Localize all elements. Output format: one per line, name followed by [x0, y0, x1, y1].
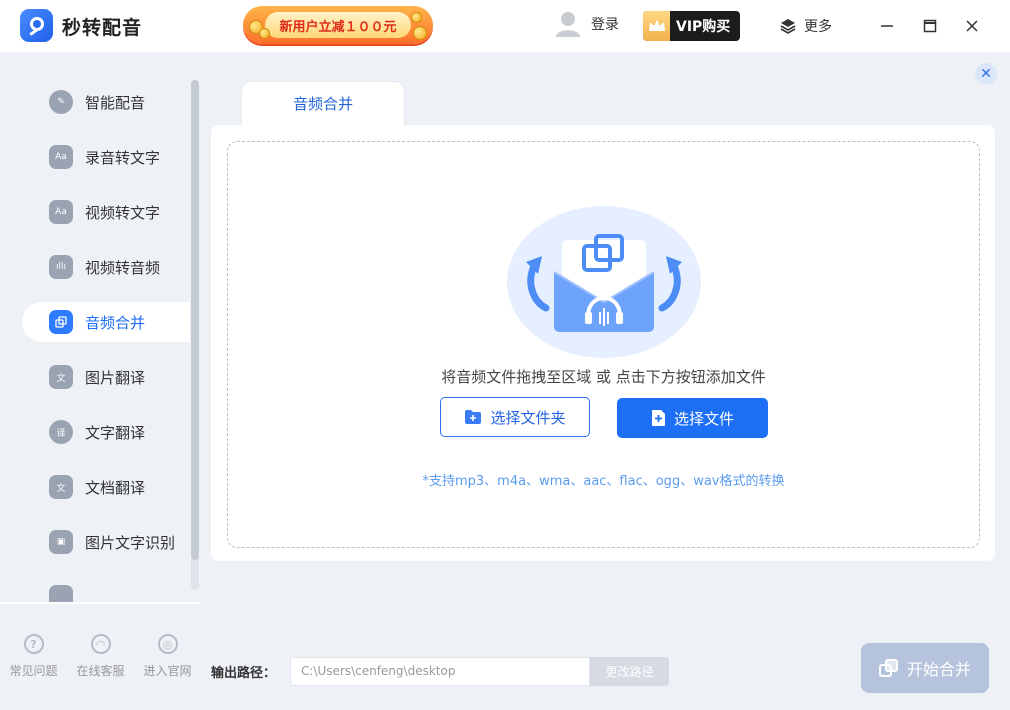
login-label: 登录: [591, 17, 619, 33]
sidebar-item-label: 视频转文字: [85, 203, 161, 222]
audio-envelope-illustration: [507, 206, 701, 358]
video-audio-icon: ıllı: [49, 255, 73, 279]
sidebar-scrollbar[interactable]: [191, 80, 199, 590]
sidebar-item-record-to-text[interactable]: Aa 录音转文字: [22, 137, 190, 177]
record-text-icon: Aa: [49, 145, 73, 169]
coin-icon: [413, 26, 427, 40]
more-feature-icon: [49, 585, 73, 602]
more-menu-button[interactable]: 更多: [780, 16, 832, 36]
start-merge-button[interactable]: 开始合并: [861, 643, 989, 693]
sidebar-scroll-thumb[interactable]: [191, 80, 199, 560]
user-icon: [555, 10, 581, 38]
website-link[interactable]: ◎ 进入官网: [134, 634, 201, 679]
select-file-label: 选择文件: [673, 409, 734, 428]
promo-text: 新用户立减１００元: [265, 12, 411, 38]
sidebar-item-ocr[interactable]: ▣ 图片文字识别: [22, 522, 190, 562]
folder-add-icon: [465, 410, 482, 424]
text-translate-icon: 译: [49, 420, 73, 444]
faq-label: 常见问题: [9, 664, 58, 678]
select-folder-button[interactable]: 选择文件夹: [440, 397, 590, 437]
close-panel-button[interactable]: ✕: [975, 63, 997, 85]
sidebar-item-label: 文字翻译: [85, 423, 146, 442]
website-icon: ◎: [157, 634, 178, 654]
sidebar-nav: ✎ 智能配音 Aa 录音转文字 Aa 视频转文字 ıllı 视频转音频 音频合并…: [0, 70, 201, 602]
coin-icon: [411, 12, 422, 23]
sidebar-item-partial[interactable]: [22, 577, 190, 602]
image-translate-icon: 文: [49, 365, 73, 389]
vip-label: VIP购买: [676, 19, 731, 35]
file-drop-zone[interactable]: 将音频文件拖拽至区域 或 点击下方按钮添加文件 选择文件夹 选择文件 *支持mp…: [227, 141, 980, 548]
video-text-icon: Aa: [49, 200, 73, 224]
output-path-label: 输出路径：: [211, 666, 277, 681]
select-file-button[interactable]: 选择文件: [617, 398, 768, 438]
merge-icon: [878, 659, 898, 677]
website-label: 进入官网: [143, 664, 192, 678]
doc-translate-icon: 文: [49, 475, 73, 499]
file-add-icon: [651, 410, 665, 426]
merge-panel: 将音频文件拖拽至区域 或 点击下方按钮添加文件 选择文件夹 选择文件 *支持mp…: [211, 125, 995, 561]
sidebar-item-smart-dubbing[interactable]: ✎ 智能配音: [22, 82, 190, 122]
sidebar-item-label: 视频转音频: [85, 258, 161, 277]
drop-hint-text: 将音频文件拖拽至区域 或 点击下方按钮添加文件: [441, 368, 766, 386]
close-icon: [966, 20, 978, 32]
select-folder-label: 选择文件夹: [490, 408, 566, 427]
sidebar-item-label: 智能配音: [85, 93, 146, 112]
change-path-button[interactable]: 更改路径: [590, 657, 669, 686]
audio-merge-icon: [49, 310, 73, 334]
promo-banner[interactable]: 新用户立减１００元: [243, 6, 433, 44]
maximize-button[interactable]: [918, 14, 942, 38]
sidebar-item-doc-translate[interactable]: 文 文档翻译: [22, 467, 190, 507]
sidebar-item-label: 图片文字识别: [85, 533, 176, 552]
app-logo: [20, 9, 53, 42]
microphone-logo-icon: [29, 16, 44, 35]
sidebar-item-video-to-text[interactable]: Aa 视频转文字: [22, 192, 190, 232]
close-window-button[interactable]: [960, 14, 984, 38]
title-bar: 秒转配音 新用户立减１００元 登录 VIP购买 更多: [0, 0, 1010, 52]
sidebar-item-video-to-audio[interactable]: ıllı 视频转音频: [22, 247, 190, 287]
sidebar-item-audio-merge[interactable]: 音频合并: [22, 302, 190, 342]
online-support-link[interactable]: ◠ 在线客服: [67, 634, 134, 679]
ocr-icon: ▣: [49, 530, 73, 554]
start-merge-label: 开始合并: [906, 660, 971, 679]
close-icon: ✕: [980, 66, 992, 82]
crown-icon: [643, 11, 670, 41]
sidebar-item-image-translate[interactable]: 文 图片翻译: [22, 357, 190, 397]
support-icon: ◠: [90, 634, 111, 654]
login-button[interactable]: 登录: [555, 10, 619, 38]
more-label: 更多: [804, 19, 832, 35]
layers-icon: [780, 19, 796, 34]
vip-purchase-button[interactable]: VIP购买: [643, 11, 740, 41]
output-path-field[interactable]: C:\Users\cenfeng\desktop: [290, 657, 590, 686]
sidebar-bottom-links: ? 常见问题 ◠ 在线客服 ◎ 进入官网: [0, 634, 201, 679]
supported-formats-text: *支持mp3、m4a、wma、aac、flac、ogg、wav格式的转换: [422, 474, 785, 489]
minimize-icon: [881, 25, 893, 27]
coin-icon: [259, 28, 270, 39]
sidebar-item-label: 文档翻译: [85, 478, 146, 497]
app-name: 秒转配音: [62, 17, 143, 39]
faq-link[interactable]: ? 常见问题: [0, 634, 67, 679]
sidebar-item-label: 录音转文字: [85, 148, 161, 167]
support-label: 在线客服: [76, 664, 125, 678]
sidebar-item-label: 图片翻译: [85, 368, 146, 387]
sidebar-item-text-translate[interactable]: 译 文字翻译: [22, 412, 190, 452]
sidebar-divider: [0, 602, 201, 604]
voice-icon: ✎: [49, 90, 73, 114]
sidebar-item-label: 音频合并: [85, 313, 146, 332]
maximize-icon: [923, 19, 937, 33]
sidebar: ✎ 智能配音 Aa 录音转文字 Aa 视频转文字 ıllı 视频转音频 音频合并…: [0, 52, 201, 710]
minimize-button[interactable]: [875, 14, 899, 38]
tab-audio-merge[interactable]: 音频合并: [241, 81, 405, 125]
help-icon: ?: [23, 634, 44, 654]
